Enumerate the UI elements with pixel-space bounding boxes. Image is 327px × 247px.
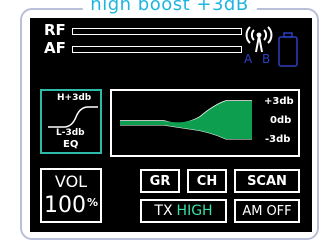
volume-display[interactable]: VOL 100 %: [40, 168, 102, 223]
tx-power-value: HIGH: [176, 203, 213, 219]
eq-response-graph: [120, 100, 252, 140]
eq-graph-panel: +3db 0db -3db: [110, 89, 300, 157]
scan-button[interactable]: SCAN: [234, 169, 300, 193]
mode-caption: high boost +3dB: [82, 0, 257, 15]
channel-a-label: A: [244, 52, 253, 66]
channel-b-label: B: [262, 52, 271, 66]
eq-selector-button[interactable]: H+3db L-3db EQ: [40, 89, 102, 154]
eq-scale-0: 0db: [270, 115, 292, 126]
ch-button[interactable]: CH: [187, 169, 227, 193]
volume-value: 100: [43, 193, 86, 218]
lcd-screen: RF AF A B H+3db L-3db EQ +3db 0db -3db V…: [30, 18, 312, 232]
am-value: OFF: [266, 203, 292, 219]
am-label: AM: [242, 203, 263, 219]
eq-scale-plus3: +3db: [264, 96, 294, 107]
tx-power-button[interactable]: TX HIGH: [140, 199, 227, 223]
rf-label: RF: [44, 21, 66, 39]
af-label: AF: [44, 39, 66, 57]
volume-label: VOL: [54, 172, 88, 191]
rf-meter: [72, 28, 242, 35]
battery-icon: [278, 32, 298, 67]
antenna-signal-icon: [245, 26, 273, 53]
eq-label: EQ: [63, 139, 79, 150]
af-meter: [72, 46, 242, 53]
eq-low-label: L-3db: [56, 128, 85, 138]
tx-label: TX: [154, 203, 173, 219]
eq-scale-minus3: -3db: [265, 134, 291, 145]
eq-high-label: H+3db: [57, 93, 92, 103]
gr-button[interactable]: GR: [140, 169, 180, 193]
am-button[interactable]: AM OFF: [234, 199, 300, 223]
volume-unit: %: [86, 196, 99, 209]
